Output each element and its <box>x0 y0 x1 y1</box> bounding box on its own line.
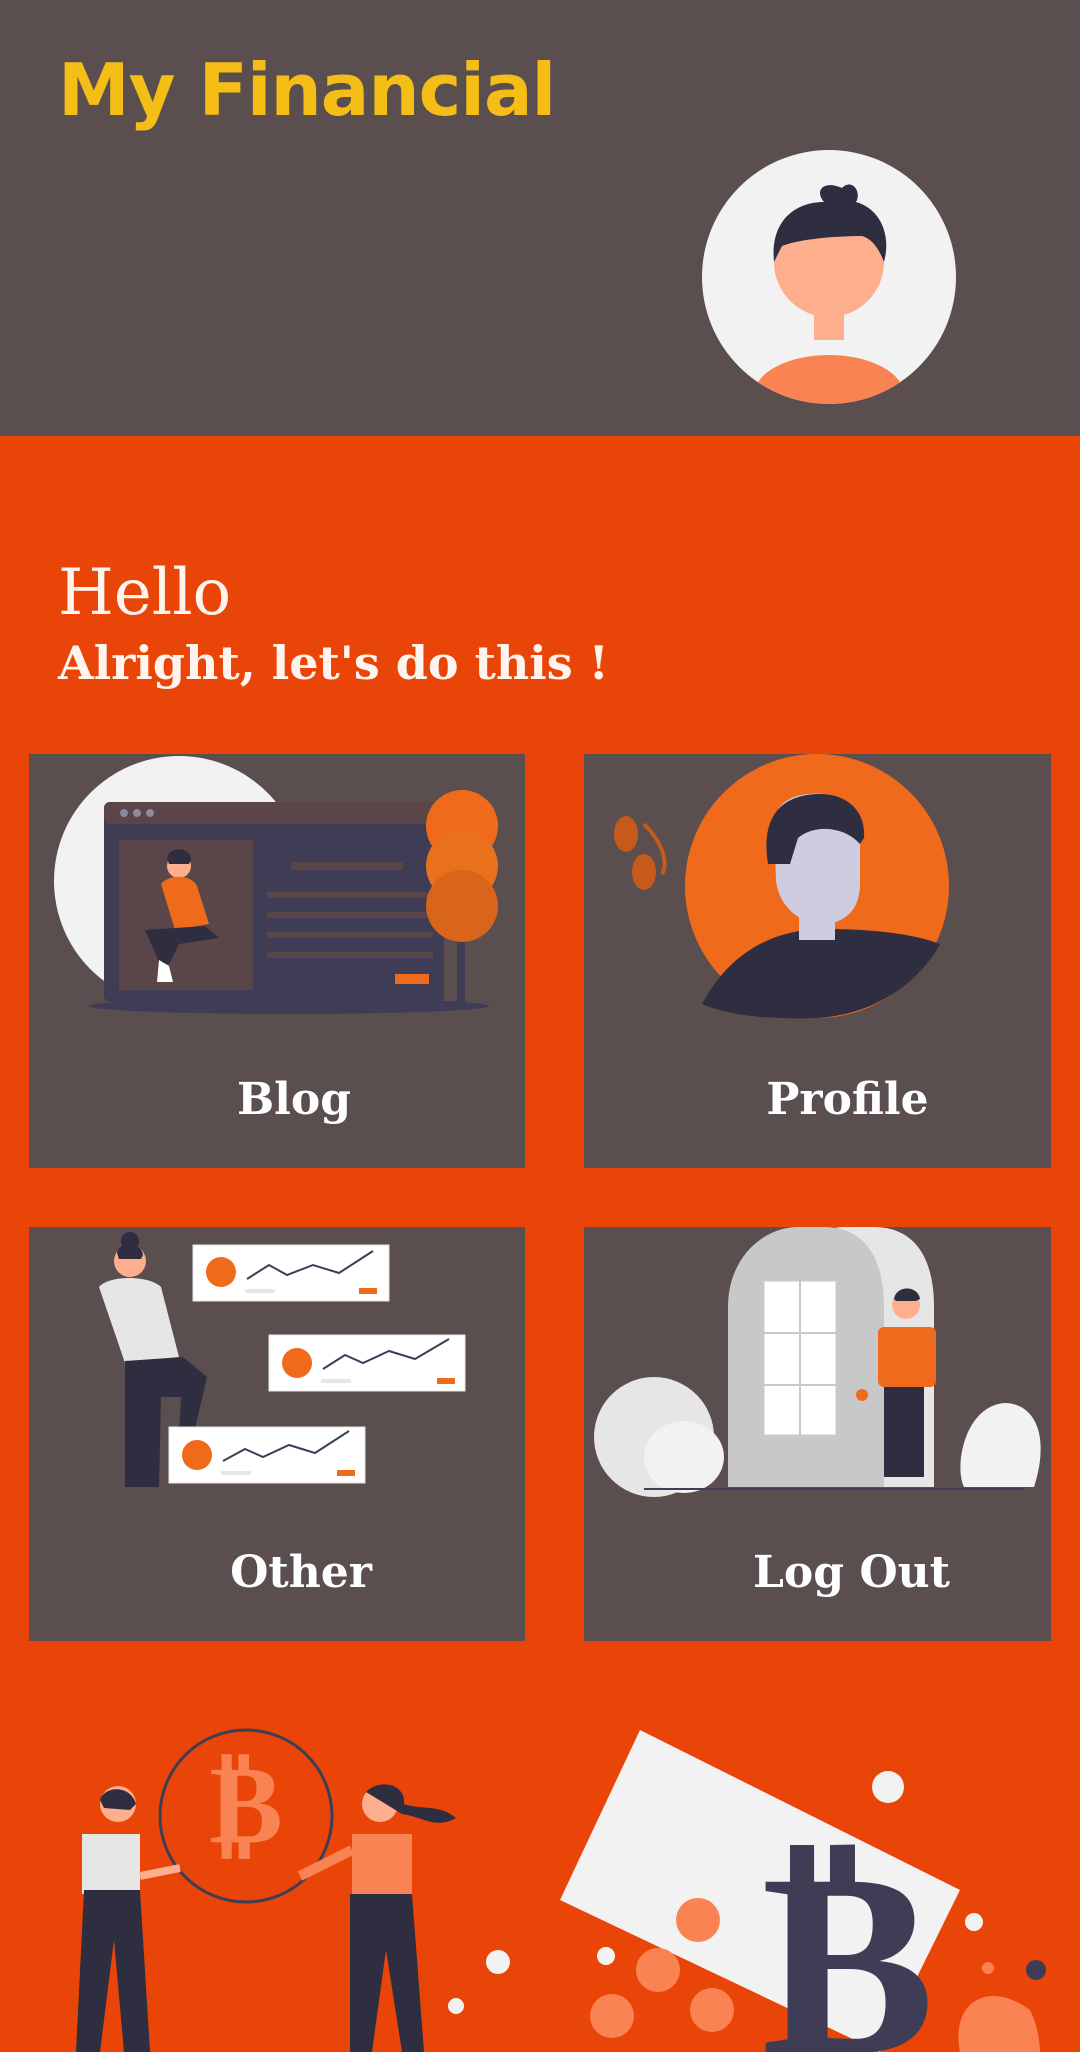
greeting-hello: Hello <box>58 556 232 630</box>
svg-text:₿: ₿ <box>761 1809 934 2052</box>
app-header: My Financial <box>0 0 1080 436</box>
svg-text:₿: ₿ <box>209 1739 282 1868</box>
greeting-subtitle: Alright, let's do this ! <box>58 636 609 690</box>
crypto-team-illustration-icon: ₿ ₿ <box>76 1728 1046 2052</box>
profile-card[interactable]: Profile <box>584 754 1051 1168</box>
other-label: Other <box>230 1547 372 1598</box>
profile-label: Profile <box>766 1074 929 1125</box>
app-title: My Financial <box>58 48 556 132</box>
user-avatar-icon[interactable] <box>702 150 956 404</box>
blog-card[interactable]: Blog <box>29 754 525 1168</box>
logout-card[interactable]: Log Out <box>584 1227 1051 1641</box>
other-card[interactable]: Other <box>29 1227 525 1641</box>
logout-label: Log Out <box>752 1547 950 1598</box>
blog-label: Blog <box>236 1074 352 1125</box>
